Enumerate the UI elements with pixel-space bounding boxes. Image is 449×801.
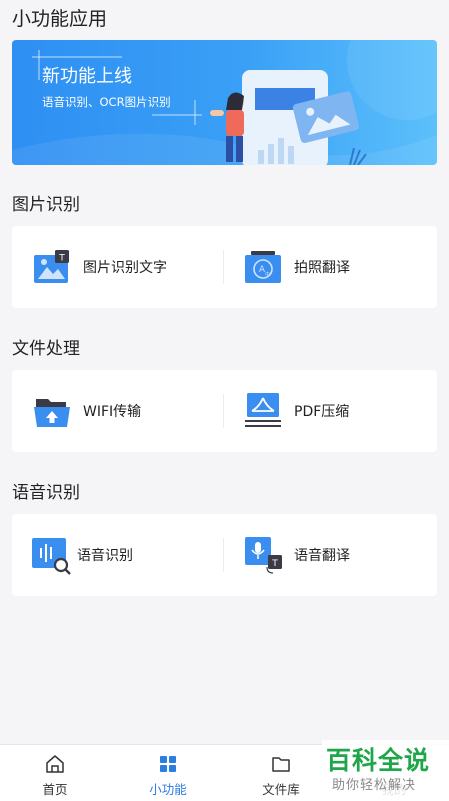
camera-translate-button[interactable]: A 中 拍照翻译 (243, 226, 350, 308)
voice-translate-label: 语音翻译 (294, 548, 350, 564)
voice-recognition-label: 语音识别 (77, 548, 133, 564)
divider (223, 250, 224, 284)
folder-upload-icon (32, 391, 72, 431)
section-title-image-recognition: 图片识别 (12, 195, 80, 215)
image-text-button[interactable]: T 图片识别文字 (32, 226, 167, 308)
image-text-label: 图片识别文字 (83, 260, 167, 276)
voice-search-icon (32, 535, 72, 575)
svg-text:T: T (58, 254, 65, 264)
image-recognition-card: T 图片识别文字 A 中 拍照翻译 (12, 226, 437, 308)
file-processing-card: WIFI传输 PDF压缩 (12, 370, 437, 452)
camera-translate-icon: A 中 (243, 247, 283, 287)
tab-features[interactable]: 小功能 (123, 745, 213, 801)
tab-home-label: 首页 (42, 782, 68, 797)
voice-recognition-button[interactable]: 语音识别 (32, 514, 133, 596)
section-title-file-processing: 文件处理 (12, 339, 80, 359)
image-text-icon: T (32, 247, 72, 287)
svg-text:中: 中 (265, 271, 270, 278)
watermark: 百科全说 助你轻松解决 (322, 740, 449, 801)
divider (223, 538, 224, 572)
grid-icon (160, 756, 176, 772)
promo-banner[interactable]: 新功能上线 语音识别、OCR图片识别 (12, 40, 437, 165)
tab-features-label: 小功能 (149, 782, 187, 797)
wifi-transfer-label: WIFI传输 (83, 404, 142, 420)
svg-text:T: T (271, 559, 278, 569)
pdf-compress-button[interactable]: PDF压缩 (243, 370, 349, 452)
tab-home[interactable]: 首页 (10, 745, 100, 801)
tab-files[interactable]: 文件库 (236, 745, 326, 801)
watermark-title: 百科全说 (326, 746, 431, 775)
pdf-compress-icon (243, 391, 283, 431)
watermark-subtitle: 助你轻松解决 (332, 778, 417, 793)
tab-files-label: 文件库 (262, 782, 300, 797)
camera-translate-label: 拍照翻译 (294, 260, 350, 276)
page-title: 小功能应用 (12, 8, 108, 30)
section-title-voice-recognition: 语音识别 (12, 483, 80, 503)
home-icon (46, 755, 64, 773)
divider (223, 394, 224, 428)
voice-translate-button[interactable]: T 语音翻译 (243, 514, 350, 596)
mic-translate-icon: T (243, 535, 283, 575)
banner-subtitle: 语音识别、OCR图片识别 (42, 95, 171, 109)
banner-title: 新功能上线 (42, 66, 132, 87)
wifi-transfer-button[interactable]: WIFI传输 (32, 370, 141, 452)
voice-recognition-card: 语音识别 T 语音翻译 (12, 514, 437, 596)
folder-icon (272, 757, 290, 772)
pdf-compress-label: PDF压缩 (294, 404, 350, 420)
